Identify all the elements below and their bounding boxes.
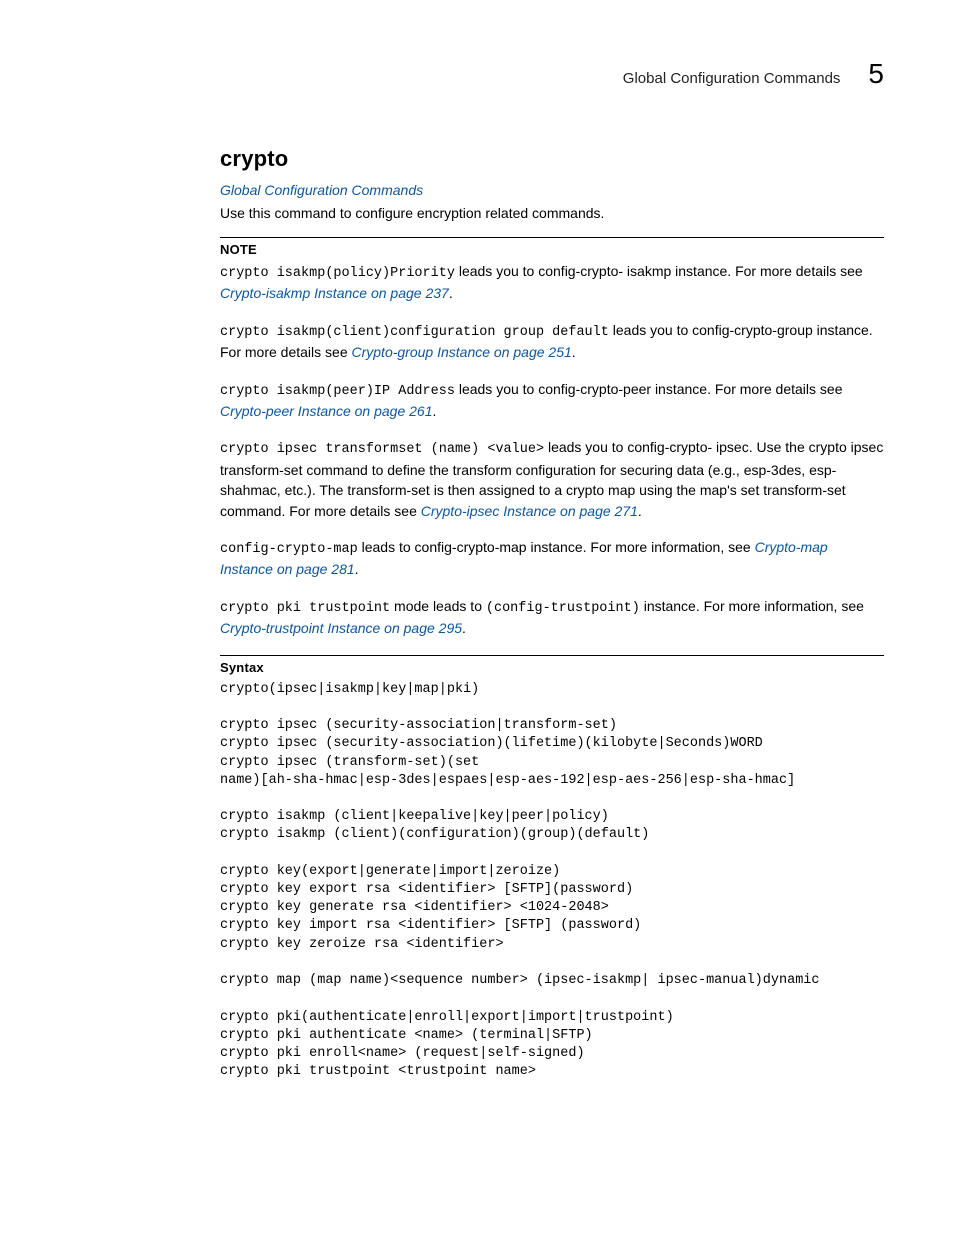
text: . — [462, 620, 466, 636]
text: . — [638, 503, 642, 519]
code-inline: config-crypto-map — [220, 542, 358, 557]
note-label: NOTE — [220, 242, 884, 257]
divider — [220, 655, 884, 656]
code-inline: crypto isakmp(client)configuration group… — [220, 325, 609, 340]
xref-link[interactable]: Crypto-group Instance on page 251 — [352, 344, 572, 360]
category-link[interactable]: Global Configuration Commands — [220, 182, 884, 198]
text: . — [432, 403, 436, 419]
chapter-number: 5 — [868, 58, 884, 90]
text: mode leads to — [390, 598, 486, 614]
code-inline: (config-trustpoint) — [486, 601, 640, 616]
note-paragraph-3: crypto isakmp(peer)IP Address leads you … — [220, 379, 884, 422]
note-paragraph-4: crypto ipsec transformset (name) <value>… — [220, 437, 884, 520]
page-header: Global Configuration Commands 5 — [220, 58, 884, 90]
text: instance. For more information, see — [640, 598, 864, 614]
text: . — [355, 561, 359, 577]
text: leads you to config-crypto-peer instance… — [455, 381, 843, 397]
header-title: Global Configuration Commands — [623, 70, 841, 87]
xref-link[interactable]: Crypto-ipsec Instance on page 271 — [421, 503, 638, 519]
syntax-code-block: crypto(ipsec|isakmp|key|map|pki) crypto … — [220, 681, 884, 1082]
text: . — [449, 285, 453, 301]
note-paragraph-1: crypto isakmp(policy)Priority leads you … — [220, 261, 884, 304]
code-inline: crypto pki trustpoint — [220, 601, 390, 616]
code-inline: crypto isakmp(peer)IP Address — [220, 384, 455, 399]
code-inline: crypto ipsec transformset (name) <value> — [220, 442, 544, 457]
code-inline: crypto isakmp(policy)Priority — [220, 266, 455, 281]
syntax-label: Syntax — [220, 660, 884, 675]
note-paragraph-5: config-crypto-map leads to config-crypto… — [220, 537, 884, 580]
note-paragraph-6: crypto pki trustpoint mode leads to (con… — [220, 596, 884, 639]
divider — [220, 237, 884, 238]
section-heading: crypto — [220, 146, 884, 172]
note-paragraph-2: crypto isakmp(client)configuration group… — [220, 320, 884, 363]
xref-link[interactable]: Crypto-isakmp Instance on page 237 — [220, 285, 449, 301]
xref-link[interactable]: Crypto-peer Instance on page 261 — [220, 403, 432, 419]
xref-link[interactable]: Crypto-trustpoint Instance on page 295 — [220, 620, 462, 636]
intro-text: Use this command to configure encryption… — [220, 204, 884, 223]
text: leads to config-crypto-map instance. For… — [358, 539, 755, 555]
text: leads you to config-crypto- isakmp insta… — [455, 263, 863, 279]
document-page: Global Configuration Commands 5 crypto G… — [0, 0, 954, 1121]
text: . — [572, 344, 576, 360]
